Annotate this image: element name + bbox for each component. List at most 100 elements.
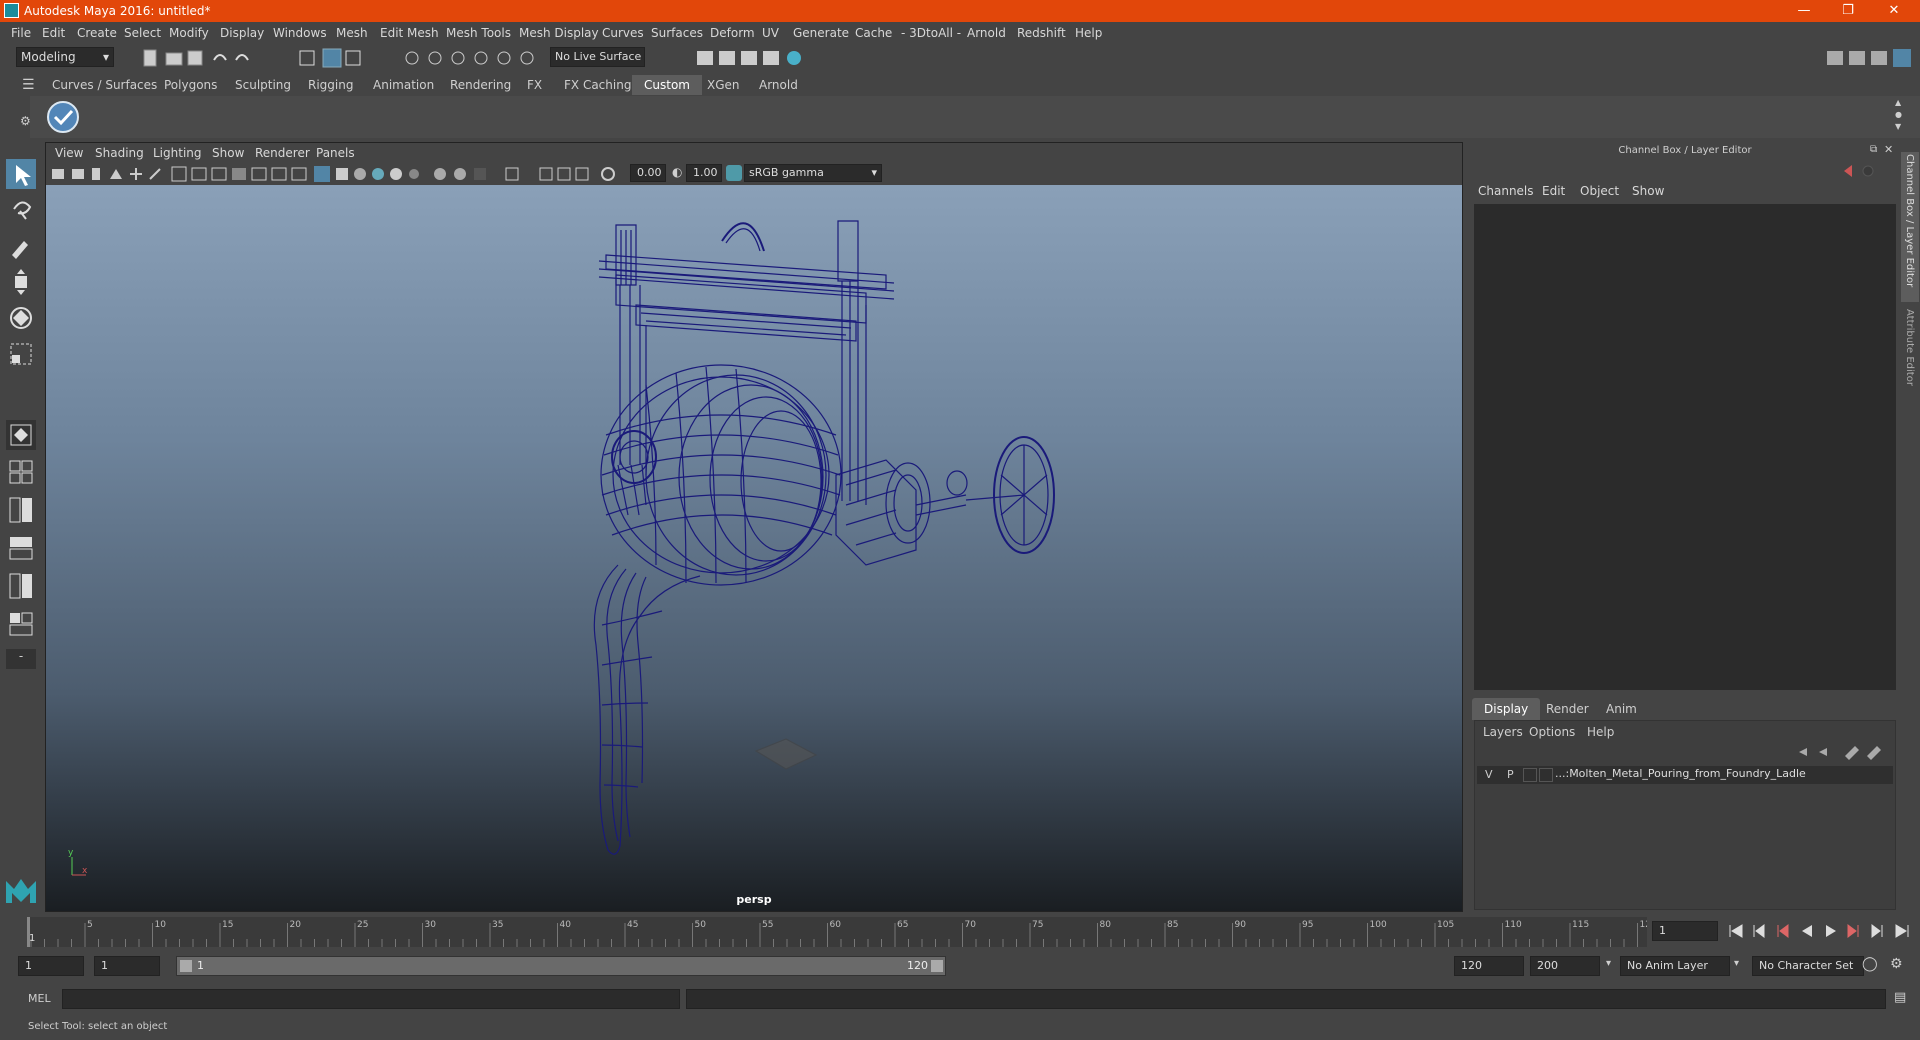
check-icon[interactable] bbox=[46, 100, 80, 134]
menu-set-dropdown[interactable]: Modeling ▾ bbox=[16, 47, 114, 67]
tab-xgen[interactable]: XGen bbox=[695, 75, 752, 95]
tab-animation[interactable]: Animation bbox=[361, 75, 446, 95]
menu-display[interactable]: Display bbox=[220, 26, 264, 40]
color-management-icon[interactable] bbox=[726, 165, 742, 181]
menu-help[interactable]: Help bbox=[1075, 26, 1102, 40]
view-transform-dropdown[interactable]: sRGB gamma ▾ bbox=[744, 164, 882, 182]
layout-persp-graph-icon[interactable] bbox=[6, 533, 36, 563]
cb-menu-channels[interactable]: Channels bbox=[1478, 184, 1534, 198]
menu-arnold[interactable]: Arnold bbox=[967, 26, 1006, 40]
move-tool-icon[interactable] bbox=[6, 267, 36, 297]
range-end-handle[interactable] bbox=[931, 960, 943, 972]
tab-custom[interactable]: Custom bbox=[632, 75, 702, 95]
preferences-icon[interactable]: ⚙ bbox=[1890, 956, 1903, 972]
maximize-icon[interactable]: ❐ bbox=[1826, 2, 1870, 20]
viewport-menu-panels[interactable]: Panels bbox=[316, 146, 355, 160]
paint-select-tool-icon[interactable] bbox=[6, 231, 36, 261]
menu-mesh-tools[interactable]: Mesh Tools bbox=[446, 26, 511, 40]
menu-select[interactable]: Select bbox=[124, 26, 161, 40]
layer-type-toggle[interactable] bbox=[1523, 768, 1537, 782]
chevron-down-icon[interactable]: ▾ bbox=[1734, 958, 1739, 969]
end-time-field[interactable]: 200 bbox=[1530, 956, 1600, 976]
chevron-down-icon[interactable]: ▾ bbox=[1606, 958, 1611, 969]
auto-key-icon[interactable]: ◯ bbox=[1862, 956, 1878, 972]
viewport-menu-renderer[interactable]: Renderer bbox=[255, 146, 310, 160]
float-panel-icon[interactable]: ⧉ bbox=[1870, 144, 1877, 155]
le-menu-layers[interactable]: Layers bbox=[1483, 725, 1523, 739]
range-slider[interactable]: 1 120 bbox=[176, 956, 946, 976]
menu-windows[interactable]: Windows bbox=[273, 26, 327, 40]
layout-outliner-icon[interactable] bbox=[6, 571, 36, 601]
layout-four-view-icon[interactable] bbox=[6, 457, 36, 487]
tab-fx[interactable]: FX bbox=[515, 75, 554, 95]
playback-end-field[interactable]: 120 bbox=[1454, 956, 1524, 976]
anim-layer-dropdown[interactable]: No Anim Layer bbox=[1620, 956, 1730, 976]
side-tab-attribute-editor[interactable]: Attribute Editor bbox=[1901, 307, 1919, 397]
tab-polygons[interactable]: Polygons bbox=[152, 75, 229, 95]
layer-row[interactable]: V P ...:Molten_Metal_Pouring_from_Foundr… bbox=[1477, 766, 1893, 784]
layer-visibility-toggle[interactable]: V bbox=[1485, 768, 1493, 781]
tab-arnold[interactable]: Arnold bbox=[747, 75, 810, 95]
viewport-menu-view[interactable]: View bbox=[55, 146, 83, 160]
layout-custom-icon[interactable] bbox=[6, 609, 36, 639]
tab-render[interactable]: Render bbox=[1534, 698, 1601, 720]
command-input[interactable] bbox=[62, 989, 680, 1009]
close-icon[interactable]: ✕ bbox=[1872, 2, 1916, 20]
select-tool-icon[interactable] bbox=[6, 159, 36, 189]
tab-sculpting[interactable]: Sculpting bbox=[223, 75, 303, 95]
viewport-menu-shading[interactable]: Shading bbox=[95, 146, 144, 160]
menu-mesh[interactable]: Mesh bbox=[336, 26, 368, 40]
live-surface-field[interactable]: No Live Surface bbox=[550, 47, 645, 67]
cb-menu-object[interactable]: Object bbox=[1580, 184, 1619, 198]
rotate-tool-icon[interactable] bbox=[6, 303, 36, 333]
le-menu-help[interactable]: Help bbox=[1587, 725, 1614, 739]
tab-rendering[interactable]: Rendering bbox=[438, 75, 523, 95]
menu-edit[interactable]: Edit bbox=[42, 26, 65, 40]
shelf-menu-icon[interactable]: ☰ bbox=[22, 77, 35, 93]
menu-deform[interactable]: Deform bbox=[710, 26, 755, 40]
menu-file[interactable]: File bbox=[11, 26, 31, 40]
tab-display[interactable]: Display bbox=[1472, 698, 1541, 720]
menu-curves[interactable]: Curves bbox=[602, 26, 644, 40]
viewport-canvas[interactable]: y x persp bbox=[46, 185, 1462, 911]
exposure-field[interactable]: 0.00 bbox=[630, 164, 666, 182]
menu-create[interactable]: Create bbox=[77, 26, 117, 40]
quad-draw-icon[interactable] bbox=[6, 420, 36, 450]
cb-menu-show[interactable]: Show bbox=[1632, 184, 1664, 198]
layer-playback-toggle[interactable]: P bbox=[1507, 768, 1514, 781]
menu-modify[interactable]: Modify bbox=[169, 26, 209, 40]
menu-mesh-display[interactable]: Mesh Display bbox=[519, 26, 599, 40]
time-slider-track[interactable]: 5 10 15 20 25 30 35 40 45 50 55 60 65 70 75 80 85 90 95 100… bbox=[27, 917, 1647, 947]
playback-start-field[interactable]: 1 bbox=[94, 956, 160, 976]
gamma-field[interactable]: 1.00 bbox=[686, 164, 722, 182]
menu-redshift[interactable]: Redshift bbox=[1017, 26, 1066, 40]
cb-menu-edit[interactable]: Edit bbox=[1542, 184, 1565, 198]
range-start-handle[interactable] bbox=[180, 960, 192, 972]
current-frame-field[interactable]: 1 bbox=[1652, 921, 1718, 941]
channel-box-area[interactable] bbox=[1474, 204, 1896, 690]
script-editor-icon[interactable]: ▤ bbox=[1894, 990, 1906, 1005]
tab-rigging[interactable]: Rigging bbox=[296, 75, 365, 95]
start-time-field[interactable]: 1 bbox=[18, 956, 84, 976]
more-layouts-icon[interactable]: - bbox=[6, 649, 36, 669]
tab-fx-caching[interactable]: FX Caching bbox=[552, 75, 643, 95]
mel-label[interactable]: MEL bbox=[28, 992, 51, 1005]
menu-uv[interactable]: UV bbox=[762, 26, 779, 40]
le-menu-options[interactable]: Options bbox=[1529, 725, 1575, 739]
shelf-scroll[interactable]: ▲ ● ▼ bbox=[1895, 98, 1909, 134]
side-tab-channel-box[interactable]: Channel Box / Layer Editor bbox=[1901, 152, 1919, 302]
character-set-dropdown[interactable]: No Character Set bbox=[1752, 956, 1864, 976]
lasso-tool-icon[interactable] bbox=[6, 195, 36, 225]
menu-edit-mesh[interactable]: Edit Mesh bbox=[380, 26, 439, 40]
menu-generate[interactable]: Generate bbox=[793, 26, 849, 40]
close-panel-icon[interactable]: ✕ bbox=[1884, 143, 1893, 156]
tab-anim[interactable]: Anim bbox=[1594, 698, 1649, 720]
menu-3dtoall[interactable]: - 3DtoAll - bbox=[901, 26, 961, 40]
menu-surfaces[interactable]: Surfaces bbox=[651, 26, 703, 40]
menu-cache[interactable]: Cache bbox=[855, 26, 892, 40]
shelf-settings-icon[interactable]: ⚙ bbox=[20, 114, 31, 128]
viewport-menu-lighting[interactable]: Lighting bbox=[153, 146, 202, 160]
viewport-menu-show[interactable]: Show bbox=[212, 146, 244, 160]
layer-color-swatch[interactable] bbox=[1539, 768, 1553, 782]
layer-name[interactable]: ...:Molten_Metal_Pouring_from_Foundry_La… bbox=[1555, 767, 1806, 780]
